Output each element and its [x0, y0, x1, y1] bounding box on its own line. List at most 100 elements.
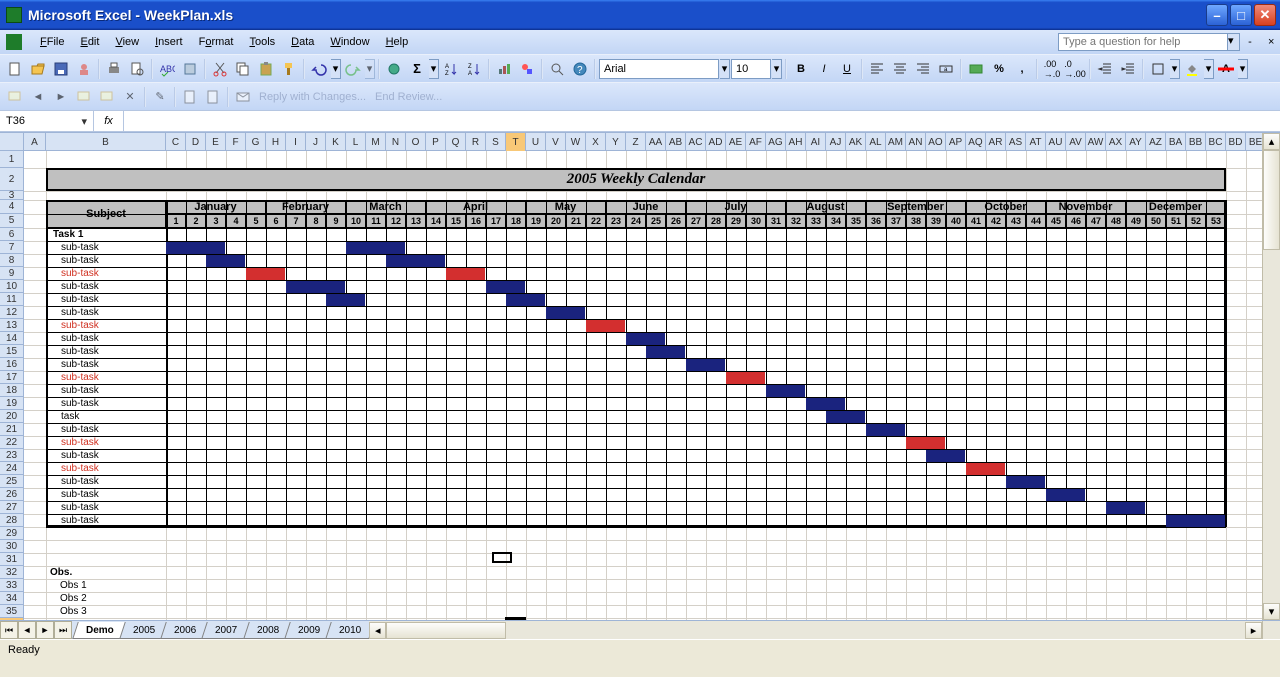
- gantt-bar[interactable]: [166, 242, 225, 254]
- gantt-bar[interactable]: [1106, 502, 1145, 514]
- row-header-30[interactable]: 30: [0, 540, 23, 553]
- task-label[interactable]: sub-task: [49, 332, 163, 345]
- obs-row[interactable]: Obs 3: [56, 605, 87, 618]
- col-header-AA[interactable]: AA: [646, 133, 666, 151]
- gantt-bar[interactable]: [1046, 489, 1085, 501]
- col-header-Q[interactable]: Q: [446, 133, 466, 151]
- col-header-J[interactable]: J: [306, 133, 326, 151]
- row-header-25[interactable]: 25: [0, 475, 23, 488]
- task-label[interactable]: sub-task: [49, 241, 163, 254]
- row-header-16[interactable]: 16: [0, 358, 23, 371]
- row-header-10[interactable]: 10: [0, 280, 23, 293]
- row-header-15[interactable]: 15: [0, 345, 23, 358]
- gantt-bar[interactable]: [506, 294, 545, 306]
- vertical-scrollbar[interactable]: ▴ ▾: [1262, 133, 1280, 620]
- font-name-box[interactable]: Arial: [599, 59, 719, 79]
- gantt-bar[interactable]: [486, 281, 525, 293]
- row-header-36[interactable]: 36: [0, 618, 23, 620]
- end-review-label[interactable]: End Review...: [371, 91, 446, 103]
- merge-center-button[interactable]: a: [935, 58, 957, 80]
- row-header-8[interactable]: 8: [0, 254, 23, 267]
- gantt-bar[interactable]: [1006, 476, 1045, 488]
- row-header-22[interactable]: 22: [0, 436, 23, 449]
- row-header-11[interactable]: 11: [0, 293, 23, 306]
- col-header-BA[interactable]: BA: [1166, 133, 1186, 151]
- new-button[interactable]: [4, 58, 26, 80]
- col-header-AW[interactable]: AW: [1086, 133, 1106, 151]
- scroll-left-button[interactable]: ◂: [369, 622, 386, 639]
- col-header-BB[interactable]: BB: [1186, 133, 1206, 151]
- gantt-bar[interactable]: [926, 450, 965, 462]
- col-header-BD[interactable]: BD: [1226, 133, 1246, 151]
- row-header-24[interactable]: 24: [0, 462, 23, 475]
- next-comment-button[interactable]: ►: [50, 86, 72, 108]
- minimize-button[interactable]: –: [1206, 4, 1228, 26]
- col-header-W[interactable]: W: [566, 133, 586, 151]
- gantt-bar[interactable]: [206, 255, 245, 267]
- undo-dropdown[interactable]: ▾: [331, 59, 341, 79]
- col-header-M[interactable]: M: [366, 133, 386, 151]
- increase-indent-button[interactable]: [1117, 58, 1139, 80]
- menu-insert[interactable]: Insert: [147, 33, 191, 51]
- align-center-button[interactable]: [889, 58, 911, 80]
- menu-help[interactable]: Help: [378, 33, 417, 51]
- col-header-AJ[interactable]: AJ: [826, 133, 846, 151]
- col-header-G[interactable]: G: [246, 133, 266, 151]
- show-all-comments-button[interactable]: [96, 86, 118, 108]
- hyperlink-button[interactable]: [383, 58, 405, 80]
- gantt-bar[interactable]: [246, 268, 285, 280]
- col-header-AR[interactable]: AR: [986, 133, 1006, 151]
- col-header-AY[interactable]: AY: [1126, 133, 1146, 151]
- task-label[interactable]: sub-task: [49, 488, 163, 501]
- scroll-up-button[interactable]: ▴: [1263, 133, 1280, 150]
- col-header-B[interactable]: B: [46, 133, 166, 151]
- gantt-bar[interactable]: [286, 281, 345, 293]
- font-color-dropdown[interactable]: ▾: [1238, 59, 1248, 79]
- col-header-AB[interactable]: AB: [666, 133, 686, 151]
- row-header-33[interactable]: 33: [0, 579, 23, 592]
- format-painter-button[interactable]: [278, 58, 300, 80]
- row-header-6[interactable]: 6: [0, 228, 23, 241]
- font-color-button[interactable]: A: [1215, 58, 1237, 80]
- col-header-AG[interactable]: AG: [766, 133, 786, 151]
- cut-button[interactable]: [209, 58, 231, 80]
- chart-wizard-button[interactable]: [493, 58, 515, 80]
- task-label[interactable]: sub-task: [49, 501, 163, 514]
- row-header-9[interactable]: 9: [0, 267, 23, 280]
- autosum-button[interactable]: Σ: [406, 58, 428, 80]
- col-header-S[interactable]: S: [486, 133, 506, 151]
- maximize-button[interactable]: □: [1230, 4, 1252, 26]
- update-file-button[interactable]: [202, 86, 224, 108]
- row-header-3[interactable]: 3: [0, 191, 23, 200]
- font-size-dropdown[interactable]: ▾: [772, 59, 782, 79]
- col-header-BC[interactable]: BC: [1206, 133, 1226, 151]
- col-header-L[interactable]: L: [346, 133, 366, 151]
- col-header-D[interactable]: D: [186, 133, 206, 151]
- obs-row[interactable]: Obs 2: [56, 592, 87, 605]
- obs-row[interactable]: Obs 1: [56, 579, 87, 592]
- row-header-28[interactable]: 28: [0, 514, 23, 527]
- col-header-V[interactable]: V: [546, 133, 566, 151]
- bold-button[interactable]: B: [790, 58, 812, 80]
- col-header-R[interactable]: R: [466, 133, 486, 151]
- font-size-box[interactable]: 10: [731, 59, 771, 79]
- col-header-AO[interactable]: AO: [926, 133, 946, 151]
- row-header-35[interactable]: 35: [0, 605, 23, 618]
- row-header-20[interactable]: 20: [0, 410, 23, 423]
- mdi-minimize[interactable]: -: [1240, 33, 1260, 51]
- col-header-AU[interactable]: AU: [1046, 133, 1066, 151]
- col-header-AZ[interactable]: AZ: [1146, 133, 1166, 151]
- col-header-AF[interactable]: AF: [746, 133, 766, 151]
- row-header-27[interactable]: 27: [0, 501, 23, 514]
- gantt-bar[interactable]: [866, 424, 905, 436]
- row-header-1[interactable]: 1: [0, 151, 23, 168]
- gantt-bar[interactable]: [686, 359, 725, 371]
- drawing-toolbar-button[interactable]: [516, 58, 538, 80]
- col-header-U[interactable]: U: [526, 133, 546, 151]
- font-name-dropdown[interactable]: ▾: [720, 59, 730, 79]
- col-header-F[interactable]: F: [226, 133, 246, 151]
- row-header-19[interactable]: 19: [0, 397, 23, 410]
- autosum-dropdown[interactable]: ▾: [429, 59, 439, 79]
- task-label[interactable]: sub-task: [49, 397, 163, 410]
- underline-button[interactable]: U: [836, 58, 858, 80]
